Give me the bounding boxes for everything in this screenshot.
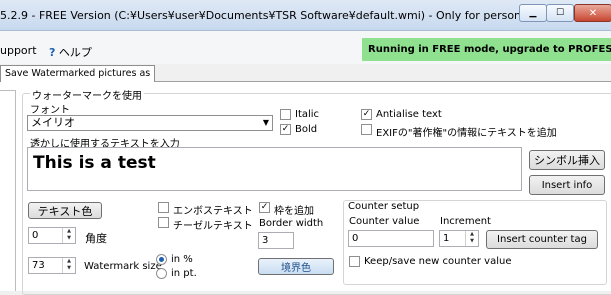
unit-pt-label: in pt. [171,268,197,279]
angle-value: 0 [32,230,39,241]
insert-symbol-button[interactable]: シンボル挿入 [529,150,605,170]
keep-save-counter-checkbox[interactable] [349,256,360,267]
close-icon: ✕ [588,7,598,19]
counter-value-input[interactable]: 0 [348,230,434,247]
minimize-icon: ▁ [529,8,537,18]
menu-support[interactable]: upport [0,44,37,57]
bold-label: Bold [295,124,318,135]
menu-help[interactable]: ? ヘルプ [49,44,92,60]
keep-save-counter-label: Keep/save new counter value [364,256,512,267]
spin-arrows-icon[interactable]: ▲ ▼ [465,231,478,246]
check-icon: ✓ [281,124,290,134]
spin-arrows-icon[interactable]: ▲ ▼ [62,228,75,243]
exif-label: EXIFの"著作権"の情報にテキストを追加 [376,128,557,139]
angle-stepper[interactable]: 0 ▲ ▼ [28,227,76,244]
emboss-checkbox[interactable] [158,202,169,213]
check-icon: ✓ [362,109,371,119]
border-checkbox[interactable]: ✓ [259,202,270,213]
counter-group-label: Counter setup [348,201,420,212]
free-mode-banner[interactable]: Running in FREE mode, upgrade to PROFESS… [362,38,611,61]
minimize-button[interactable]: ▁ [519,4,547,22]
unit-percent-radio[interactable] [156,254,167,265]
border-color-button[interactable]: 境界色 [258,258,334,275]
unit-percent-label: in % [171,254,193,265]
bold-checkbox[interactable]: ✓ [280,124,291,135]
close-button[interactable]: ✕ [574,4,611,22]
watermark-group-label: ウォーターマークを使用 [30,87,144,102]
check-icon: ✓ [260,202,269,212]
watermark-text-value: This is a test [33,153,156,173]
insert-info-button[interactable]: Insert info [529,175,605,195]
antialias-checkbox[interactable]: ✓ [361,109,372,120]
increment-value: 1 [443,233,450,244]
menu-help-label: ヘルプ [58,46,92,59]
spin-arrows-icon[interactable]: ▲ ▼ [62,258,75,273]
size-value: 73 [32,260,45,271]
unit-pt-radio[interactable] [156,268,167,279]
antialias-label: Antialise text [376,109,442,120]
exif-checkbox[interactable] [361,124,372,135]
tab-save-watermarked[interactable]: Save Watermarked pictures as [0,65,156,82]
border-width-label: Border width [259,218,324,229]
chisel-checkbox[interactable] [158,217,169,228]
font-label: フォント [30,105,70,116]
chisel-label: チーゼルテキスト [173,221,253,232]
window-title: 5.2.9 - FREE Version (C:¥Users¥user¥Docu… [0,9,559,22]
left-preview-strip [0,90,16,291]
border-width-stepper[interactable]: 3 [258,232,294,249]
size-stepper[interactable]: 73 ▲ ▼ [28,257,76,274]
size-label: Watermark size [84,261,162,272]
maximize-button[interactable]: ☐ [546,4,574,22]
font-select[interactable]: メイリオ ▼ [27,115,273,131]
help-icon: ? [49,46,56,59]
maximize-icon: ☐ [555,8,565,18]
increment-label: Increment [440,216,491,227]
italic-checkbox[interactable] [280,109,291,120]
border-label: 枠を追加 [274,206,314,217]
insert-counter-tag-button[interactable]: Insert counter tag [486,230,598,249]
italic-label: Italic [295,109,320,120]
increment-stepper[interactable]: 1 ▲ ▼ [439,230,479,247]
border-width-value: 3 [262,235,269,246]
emboss-label: エンボステキスト [173,206,253,217]
angle-label: 角度 [85,232,107,245]
counter-value-label: Counter value [349,216,420,227]
chevron-down-icon: ▼ [262,118,269,127]
text-color-button[interactable]: テキスト色 [28,202,102,219]
font-select-value: メイリオ [31,116,75,129]
